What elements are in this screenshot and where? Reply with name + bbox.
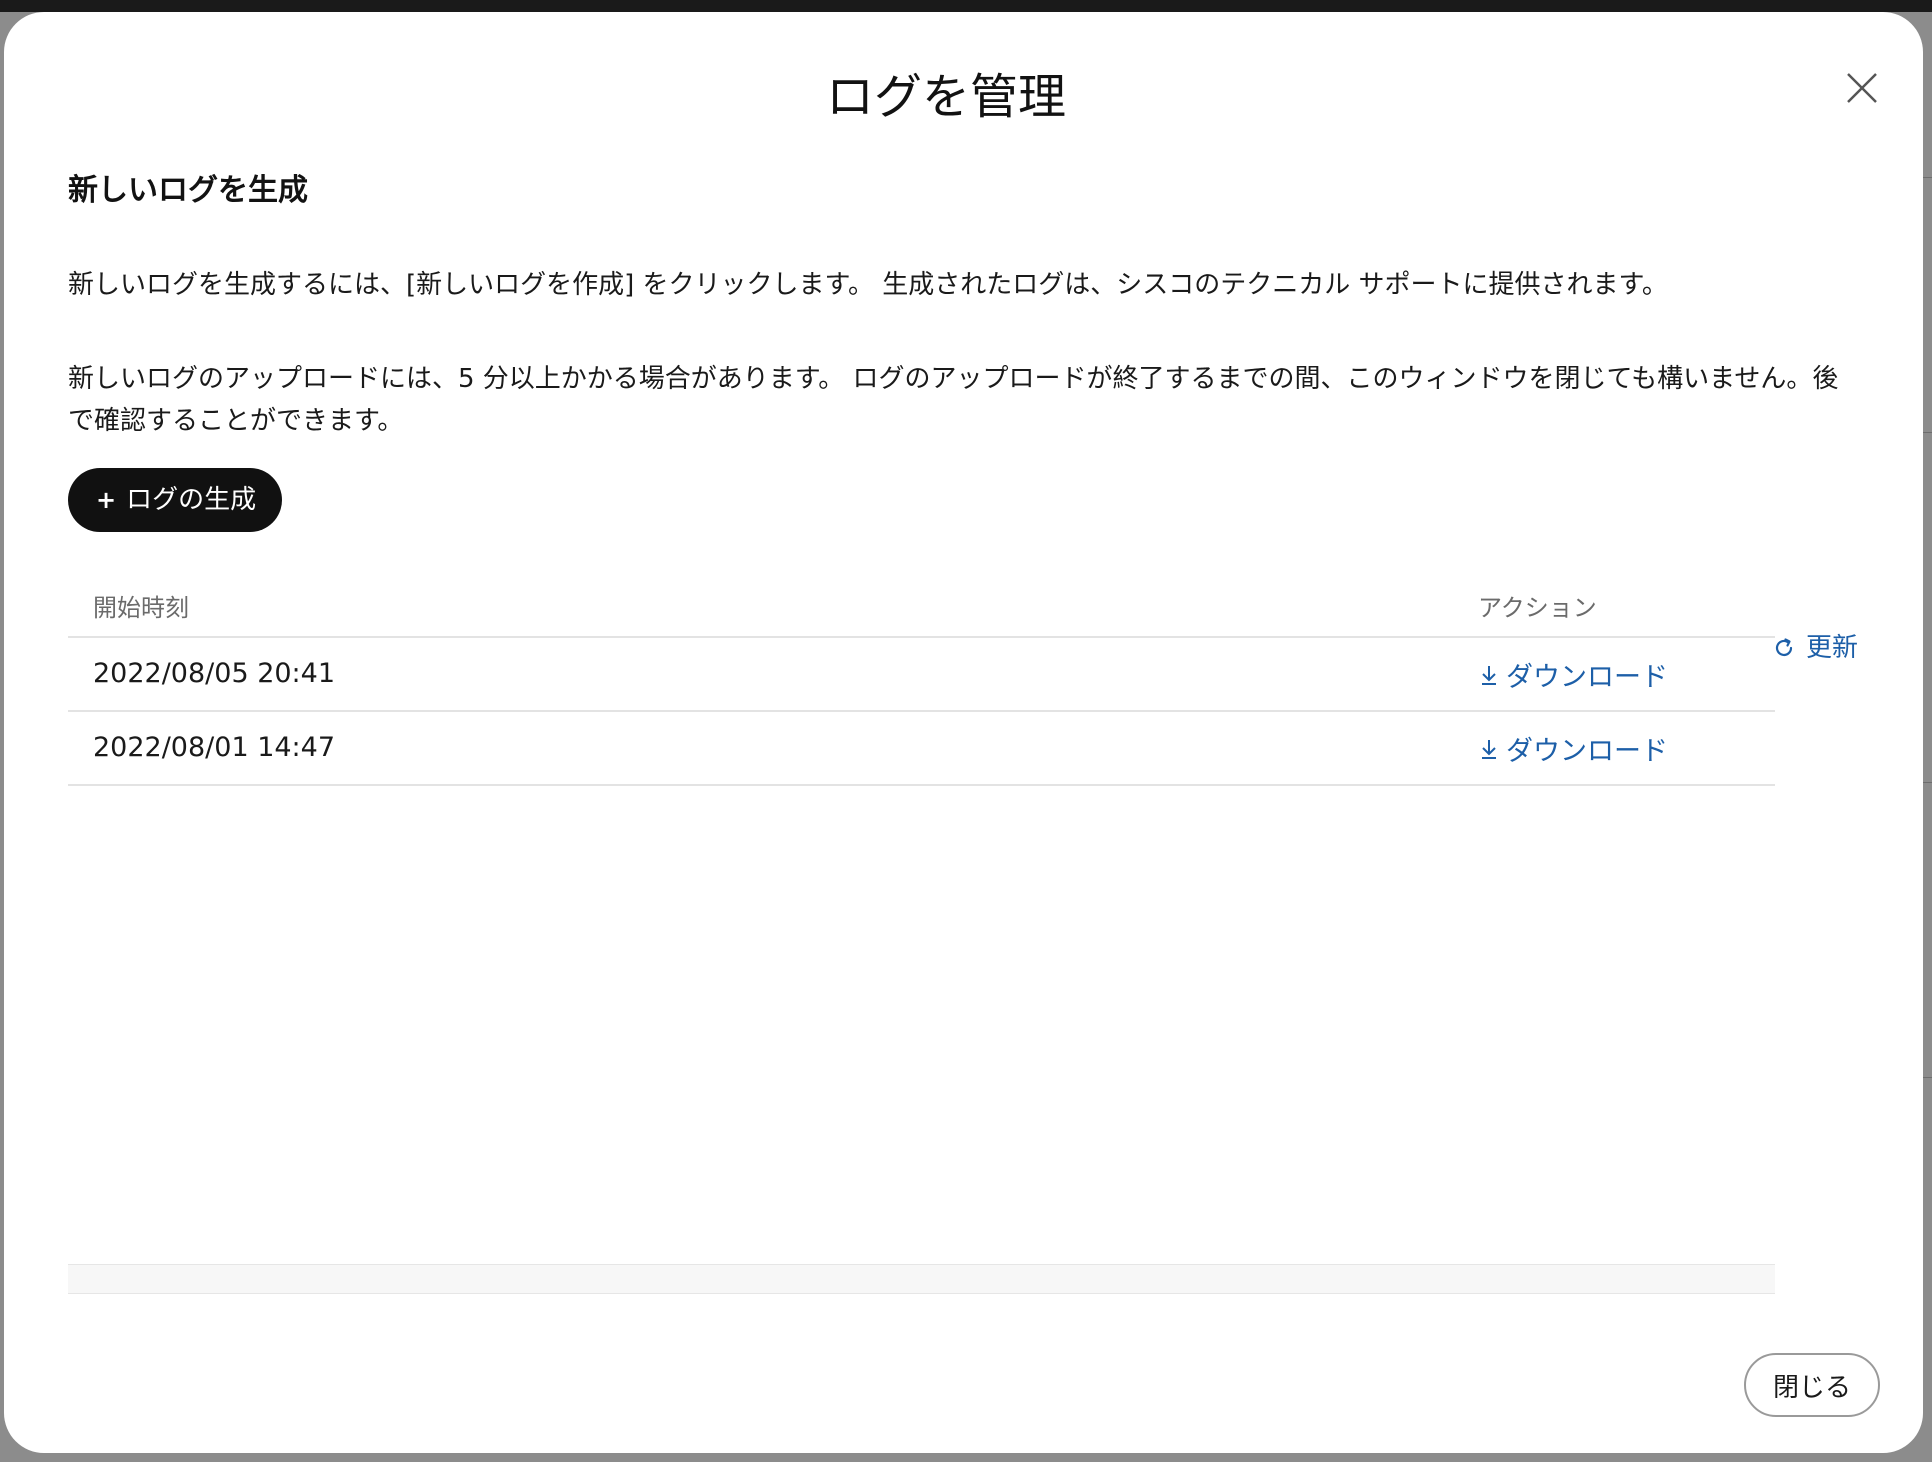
dialog-title: ログを管理 [825, 69, 1066, 125]
generate-log-button[interactable]: + ログの生成 [68, 468, 283, 532]
table-header: 開始時刻 アクション [68, 572, 1775, 638]
download-icon [1482, 665, 1496, 685]
section-heading: 新しいログを生成 [68, 173, 308, 208]
description-text: 新しいログのアップロードには、5 分以上かかる場合があります。 ログのアップロー… [68, 364, 1839, 436]
download-link[interactable]: ダウンロード [1478, 729, 1668, 768]
refresh-label: 更新 [1806, 633, 1859, 663]
column-header-action: アクション [1478, 594, 1597, 622]
plus-icon: + [96, 486, 117, 514]
close-button[interactable]: 閉じる [1744, 1353, 1880, 1417]
start-time-cell: 2022/08/05 20:41 [93, 658, 336, 689]
refresh-icon [1775, 638, 1793, 657]
table-row: 2022/08/01 14:47 ダウンロード [68, 712, 1775, 786]
start-time-cell: 2022/08/01 14:47 [93, 732, 336, 763]
description-text: 新しいログを生成するには、[新しいログを作成] をクリックします。 生成されたロ… [68, 270, 1668, 300]
download-icon [1482, 739, 1496, 759]
download-link[interactable]: ダウンロード [1478, 655, 1668, 694]
table-footer-bar [68, 1264, 1775, 1294]
manage-logs-dialog: ログを管理 新しいログを生成 新しいログを生成するには、[新しいログを作成] を… [4, 12, 1923, 1453]
download-label: ダウンロード [1506, 662, 1668, 693]
column-header-start-time[interactable]: 開始時刻 [93, 588, 189, 623]
download-label: ダウンロード [1506, 736, 1668, 767]
generate-log-label: ログの生成 [126, 485, 257, 515]
refresh-button[interactable]: 更新 [1772, 630, 1858, 666]
table-row: 2022/08/05 20:41 ダウンロード [68, 638, 1775, 712]
logs-table: 開始時刻 アクション 2022/08/05 20:41 ダウンロード 2022/… [68, 572, 1775, 786]
